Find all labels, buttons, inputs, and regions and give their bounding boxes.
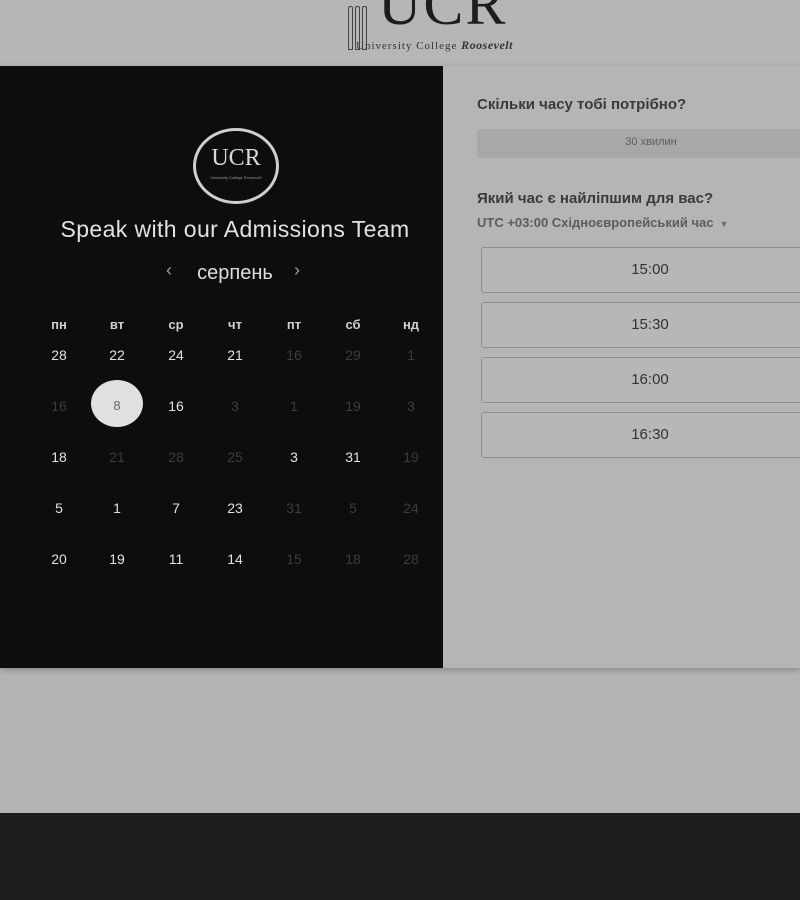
weekday-label: вт — [109, 317, 125, 332]
time-slot[interactable]: 16:00 — [481, 357, 800, 403]
calendar-day[interactable]: 19 — [381, 449, 441, 465]
calendar-day[interactable]: 3 — [205, 398, 265, 414]
calendar-day[interactable]: 16 — [29, 398, 89, 414]
calendar-day[interactable]: 18 — [29, 449, 89, 465]
page-footer — [0, 813, 800, 900]
calendar-day[interactable]: 21 — [205, 347, 265, 363]
caret-down-icon: ▼ — [719, 219, 729, 229]
duration-question: Скільки часу тобі потрібно? — [477, 96, 687, 113]
time-picker-panel: Скільки часу тобі потрібно? 30 хвилин Як… — [443, 66, 800, 668]
time-slot[interactable]: 15:00 — [481, 247, 800, 293]
calendar-day[interactable]: 7 — [146, 500, 206, 516]
calendar-day[interactable]: 5 — [29, 500, 89, 516]
calendar-day[interactable]: 18 — [323, 551, 383, 567]
ucr-badge-logo: UCR University College Roosevelt — [193, 128, 279, 204]
calendar-day[interactable]: 16 — [146, 398, 206, 414]
calendar-day[interactable]: 31 — [264, 500, 324, 516]
calendar-day[interactable]: 31 — [323, 449, 383, 465]
top-header: UCR University College Roosevelt — [0, 0, 800, 66]
chevron-right-icon[interactable]: › — [294, 260, 300, 281]
calendar-day[interactable]: 23 — [205, 500, 265, 516]
calendar-day[interactable]: 16 — [264, 347, 324, 363]
weekday-label: чт — [228, 317, 242, 332]
weekday-label: пт — [286, 317, 302, 332]
calendar-day[interactable]: 11 — [146, 551, 206, 567]
calendar-day[interactable]: 24 — [146, 347, 206, 363]
calendar-day[interactable]: 1 — [381, 347, 441, 363]
calendar-day[interactable]: 22 — [87, 347, 147, 363]
calendar-day[interactable]: 19 — [323, 398, 383, 414]
calendar-day[interactable]: 1 — [264, 398, 324, 414]
calendar-day[interactable]: 3 — [264, 449, 324, 465]
booking-card: UCR University College Roosevelt Speak w… — [0, 66, 800, 668]
logo-letters: UCR — [378, 0, 508, 37]
month-label: серпень — [197, 262, 273, 284]
calendar-day[interactable]: 29 — [323, 347, 383, 363]
calendar-day[interactable]: 21 — [87, 449, 147, 465]
calendar-day[interactable]: 25 — [205, 449, 265, 465]
calendar-day[interactable]: 3 — [381, 398, 441, 414]
selected-day[interactable]: 8 — [87, 398, 147, 413]
weekday-label: пн — [51, 317, 67, 332]
calendar-day[interactable]: 20 — [29, 551, 89, 567]
weekday-label: сб — [345, 317, 361, 332]
time-question: Який час є найліпшим для вас? — [477, 190, 714, 207]
month-navigation: ‹ серпень › — [150, 258, 320, 288]
calendar-day[interactable]: 28 — [29, 347, 89, 363]
page-title: Speak with our Admissions Team — [60, 216, 410, 242]
ucr-logo[interactable]: UCR University College Roosevelt — [344, 0, 544, 56]
calendar-day[interactable]: 28 — [381, 551, 441, 567]
calendar-day[interactable]: 15 — [264, 551, 324, 567]
calendar-day[interactable]: 1 — [87, 500, 147, 516]
time-slot[interactable]: 16:30 — [481, 412, 800, 458]
calendar-day[interactable]: 5 — [323, 500, 383, 516]
chevron-left-icon[interactable]: ‹ — [166, 260, 172, 281]
time-slot[interactable]: 15:30 — [481, 302, 800, 348]
calendar-day[interactable]: 24 — [381, 500, 441, 516]
logo-subtitle: University College Roosevelt — [356, 38, 513, 52]
weekday-label: ср — [168, 317, 184, 332]
timezone-dropdown[interactable]: UTC +03:00 Східноєвропейський час ▼ — [477, 215, 728, 230]
duration-select[interactable]: 30 хвилин — [477, 129, 800, 158]
weekday-label: нд — [402, 317, 420, 332]
calendar-day[interactable]: 28 — [146, 449, 206, 465]
calendar-day[interactable]: 19 — [87, 551, 147, 567]
calendar-panel: UCR University College Roosevelt Speak w… — [0, 66, 443, 668]
calendar-day[interactable]: 14 — [205, 551, 265, 567]
